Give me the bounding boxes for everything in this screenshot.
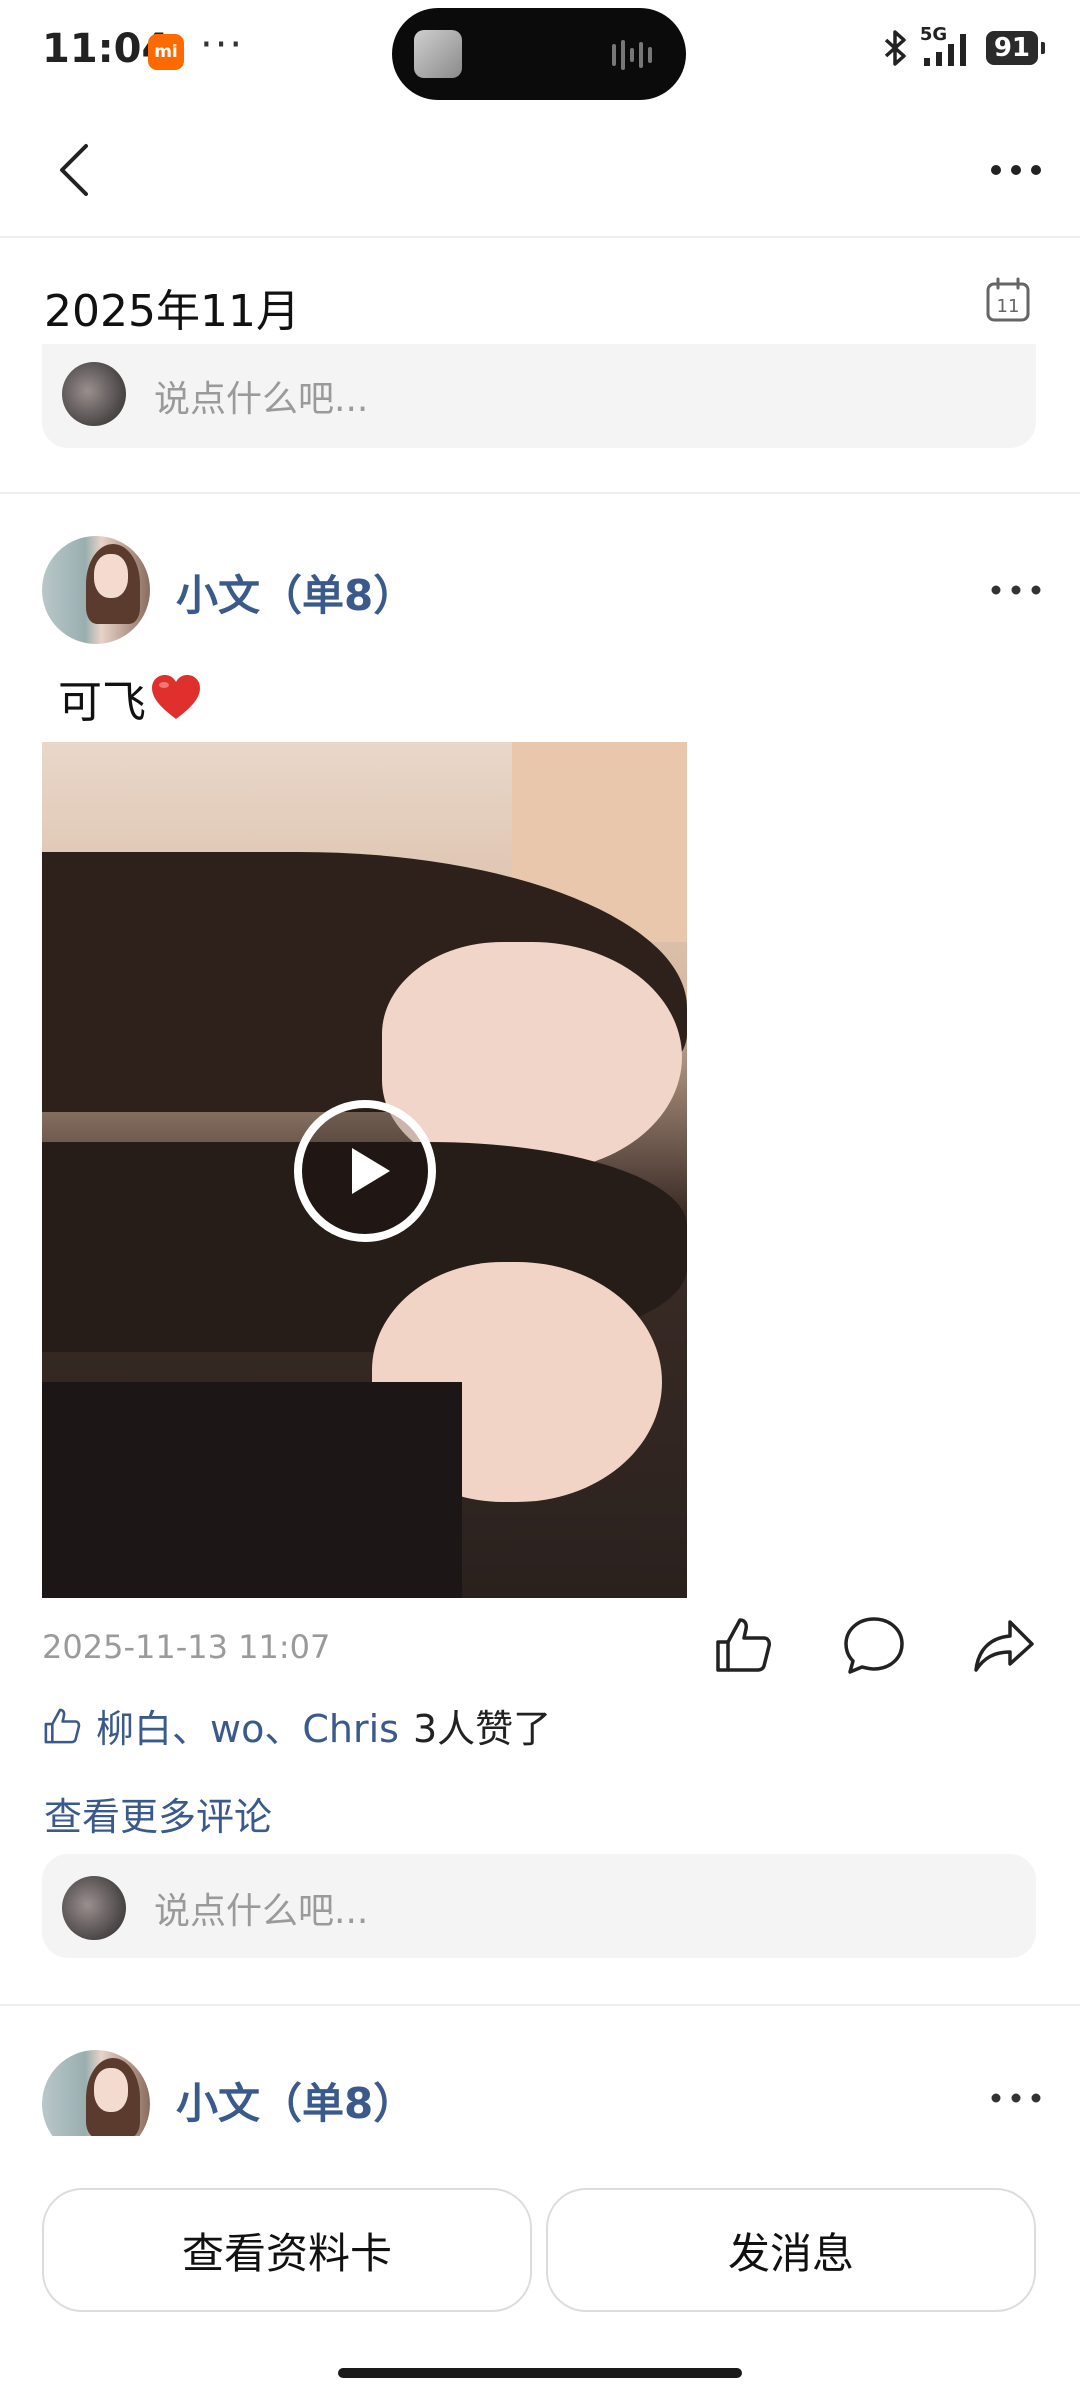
view-profile-button[interactable]: 查看资料卡 (42, 2188, 532, 2312)
author-avatar[interactable] (42, 2050, 150, 2136)
likes-row: 柳白、wo、Chris 3人赞了 (42, 1698, 551, 1753)
comment-bubble-icon[interactable] (842, 1614, 906, 1676)
dynamic-island[interactable] (392, 8, 686, 100)
author-name[interactable]: 小文（单8） (176, 2070, 415, 2131)
post-more-icon[interactable] (986, 580, 1046, 600)
bluetooth-icon (884, 30, 906, 66)
status-indicators: 5G 91 (880, 24, 1046, 68)
svg-text:11: 11 (997, 296, 1020, 317)
comment-placeholder: 说点什么吧... (154, 1891, 369, 1932)
audio-wave-icon (612, 40, 652, 70)
red-heart-icon (152, 675, 200, 719)
liker-names[interactable]: 柳白、wo、Chris (96, 1698, 399, 1753)
more-options-icon[interactable] (986, 148, 1046, 192)
post-text-content: 可飞 (58, 677, 146, 728)
post-divider (0, 2004, 1080, 2006)
share-arrow-icon[interactable] (972, 1614, 1036, 1676)
post-text: 可飞 (58, 666, 202, 730)
comment-input[interactable]: 说点什么吧... (42, 1854, 1036, 1958)
header-divider (0, 236, 1080, 238)
month-label: 2025年11月 (44, 286, 300, 337)
my-avatar (62, 362, 126, 426)
post-more-icon[interactable] (986, 2088, 1046, 2108)
post-2-header: 小文（单8） (0, 2044, 1080, 2136)
cellular-signal-icon: 5G (920, 24, 976, 68)
comment-input-top[interactable]: 说点什么吧... (42, 344, 1036, 448)
post-timestamp: 2025-11-13 11:07 (42, 1628, 331, 1666)
more-notifications-icon: ··· (200, 22, 245, 68)
thumbs-up-icon[interactable] (712, 1614, 774, 1676)
back-arrow-icon[interactable] (48, 140, 108, 200)
view-more-comments-link[interactable]: 查看更多评论 (44, 1786, 272, 1841)
home-indicator[interactable] (338, 2368, 742, 2378)
author-avatar[interactable] (42, 536, 150, 644)
comment-placeholder: 说点什么吧... (154, 379, 369, 420)
post-divider (0, 492, 1080, 494)
my-avatar (62, 1876, 126, 1940)
media-thumbnail (414, 30, 462, 78)
battery-indicator: 91 (985, 31, 1046, 65)
like-small-icon (44, 1708, 81, 1743)
send-message-button[interactable]: 发消息 (546, 2188, 1036, 2312)
author-name[interactable]: 小文（单8） (176, 562, 415, 623)
mi-notification-icon: mi (148, 34, 184, 70)
play-icon[interactable] (292, 1098, 438, 1244)
like-count: 3人赞了 (412, 1707, 552, 1751)
calendar-icon[interactable]: 11 (984, 276, 1032, 324)
